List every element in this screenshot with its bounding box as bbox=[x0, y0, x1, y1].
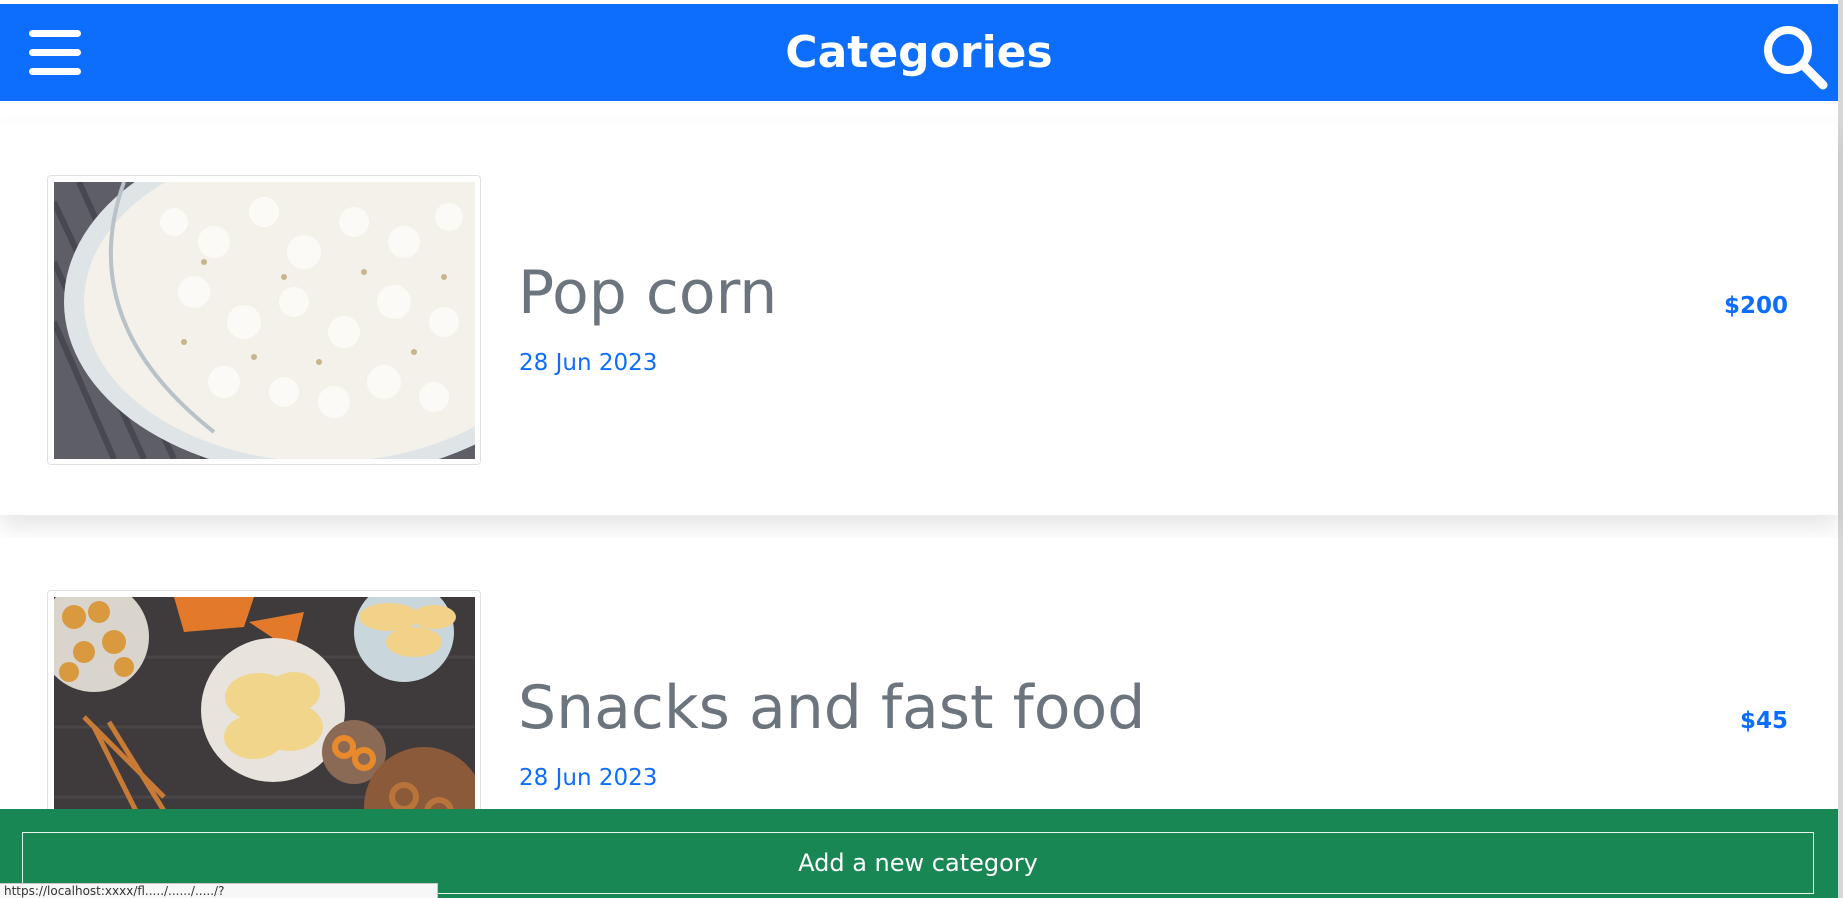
category-price: $200 bbox=[1723, 293, 1788, 319]
category-card[interactable]: Pop corn 28 Jun 2023 $200 bbox=[0, 123, 1838, 515]
page-scrollbar[interactable] bbox=[1838, 0, 1843, 898]
popcorn-bowl-photo bbox=[54, 182, 475, 459]
top-navbar: Categories bbox=[0, 4, 1838, 101]
category-name: Pop corn bbox=[518, 258, 778, 328]
page-title: Categories bbox=[785, 27, 1053, 78]
search-icon bbox=[1764, 26, 1828, 90]
category-name: Snacks and fast food bbox=[518, 673, 1146, 743]
category-date: 28 Jun 2023 bbox=[519, 350, 658, 376]
category-date: 28 Jun 2023 bbox=[519, 765, 658, 791]
search-button[interactable] bbox=[1759, 21, 1829, 91]
status-bar-url: https://localhost:xxxx/fl...../....../..… bbox=[0, 883, 438, 898]
category-price: $45 bbox=[1739, 708, 1788, 734]
app-viewport: Categories Pop corn 28 Jun 2023 $200 Sna… bbox=[0, 0, 1843, 898]
category-thumbnail bbox=[47, 175, 481, 465]
